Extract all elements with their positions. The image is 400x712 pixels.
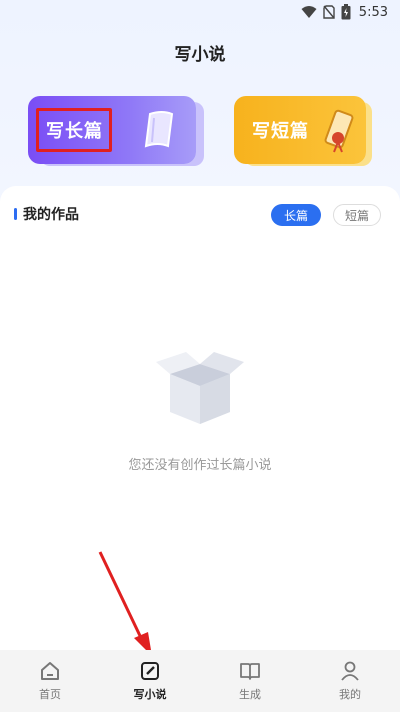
nav-item-home[interactable]: 首页 (10, 660, 90, 702)
book-open-icon (240, 663, 260, 680)
section-title: 我的作品 (23, 207, 79, 223)
bottom-nav: 首页 写小说 生成 我的 (0, 650, 400, 712)
battery-icon (341, 4, 351, 20)
tab-long[interactable]: 长篇 (271, 204, 321, 226)
page-title: 写小说 (174, 45, 226, 65)
empty-state-message: 您还没有创作过长篇小说 (128, 458, 272, 473)
scroll-icon (324, 109, 354, 153)
nav-item-write[interactable]: 写小说 (110, 660, 190, 702)
nav-label-home: 首页 (39, 688, 61, 701)
section-accent-bar (14, 208, 17, 220)
no-sim-icon (323, 5, 335, 19)
nav-label-mine: 我的 (339, 688, 361, 701)
works-section-header: 我的作品 (14, 204, 79, 224)
status-bar: 5:53 (0, 0, 400, 24)
home-icon (41, 662, 59, 680)
annotation-highlight-box (36, 108, 112, 152)
empty-box-icon (156, 352, 244, 424)
book-icon (144, 111, 174, 148)
tab-short[interactable]: 短篇 (333, 204, 381, 226)
edit-icon (141, 662, 159, 680)
nav-item-mine[interactable]: 我的 (310, 660, 390, 702)
nav-item-generate[interactable]: 生成 (210, 660, 290, 702)
write-short-label: 写短篇 (252, 121, 309, 142)
status-time: 5:53 (358, 4, 388, 20)
nav-label-generate: 生成 (239, 688, 261, 701)
nav-label-write: 写小说 (133, 688, 167, 701)
user-icon (341, 661, 359, 681)
wifi-icon (301, 6, 317, 18)
